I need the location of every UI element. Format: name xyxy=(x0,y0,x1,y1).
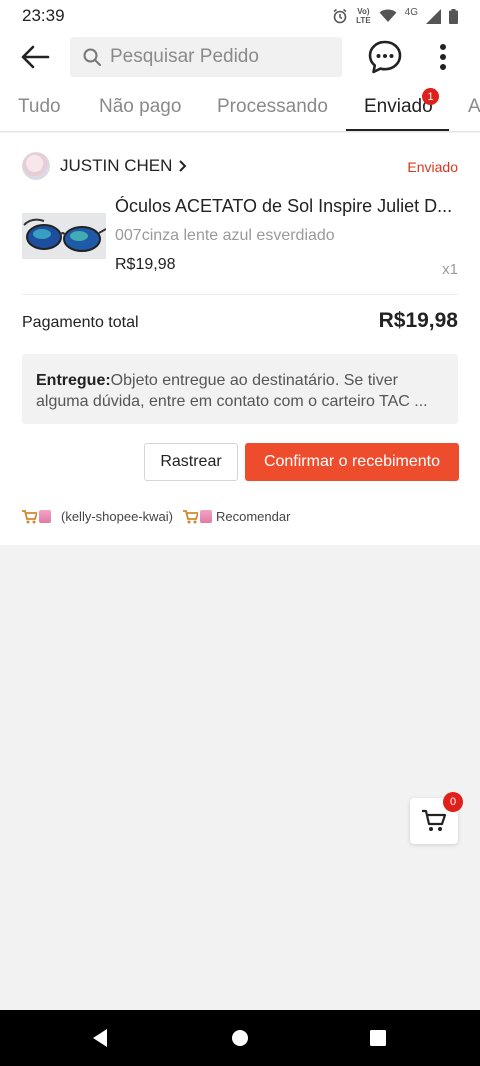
total-label: Pagamento total xyxy=(22,314,139,331)
search-input[interactable] xyxy=(110,46,330,68)
system-nav-bar xyxy=(0,1010,480,1066)
signal-icon xyxy=(426,8,441,24)
shop-row[interactable]: JUSTIN CHEN xyxy=(22,152,188,180)
order-status: Enviado xyxy=(407,159,458,175)
more-vertical-icon xyxy=(440,44,446,70)
triangle-back-icon xyxy=(93,1029,107,1047)
cart-icon xyxy=(422,809,447,831)
battery-icon xyxy=(449,8,458,24)
chevron-right-icon xyxy=(179,160,187,172)
cart-count-badge: 0 xyxy=(443,792,463,812)
shopping-bag-emoji-icon xyxy=(39,510,51,523)
shop-avatar xyxy=(22,152,50,180)
more-button[interactable] xyxy=(428,36,458,78)
product-title: Óculos ACETATO de Sol Inspire Juliet D..… xyxy=(115,196,453,216)
active-tab-indicator xyxy=(346,129,449,131)
affiliate-text: (kelly-shopee-kwai) xyxy=(61,509,173,524)
nav-back-button[interactable] xyxy=(86,1024,114,1052)
status-icons: Vo) LTE 4G xyxy=(332,7,458,25)
search-icon xyxy=(83,48,101,66)
order-card[interactable]: JUSTIN CHEN Enviado Óculos ACETATO de So… xyxy=(0,133,480,545)
tab-processando[interactable]: Processando xyxy=(217,96,328,118)
shop-name: JUSTIN CHEN xyxy=(60,156,173,175)
delivery-label: Entregue: xyxy=(36,372,111,389)
search-bar[interactable] xyxy=(70,37,342,77)
cart-bag-emoji-icon xyxy=(22,509,51,524)
confirm-receipt-button[interactable]: Confirmar o recebimento xyxy=(245,443,459,481)
status-time: 23:39 xyxy=(22,6,65,25)
delivery-status-box[interactable]: Entregue:Objeto entregue ao destinatário… xyxy=(22,354,458,424)
product-image[interactable] xyxy=(22,213,106,259)
cart-bag-emoji-icon-2 xyxy=(182,509,212,524)
affiliate-row: (kelly-shopee-kwai) Recomendar xyxy=(22,509,290,524)
chat-button[interactable] xyxy=(364,36,406,78)
tab-enviado-badge: 1 xyxy=(422,88,439,105)
shopping-bag-emoji-icon xyxy=(199,510,212,523)
wifi-icon xyxy=(379,9,397,22)
order-tabs: Tudo Não pago Processando Enviado 1 A xyxy=(0,82,480,132)
recommend-text: Recomendar xyxy=(215,509,291,524)
volte-icon: Vo) LTE xyxy=(356,7,371,25)
sunglasses-image xyxy=(22,213,106,259)
arrow-left-icon xyxy=(21,45,50,69)
back-button[interactable] xyxy=(0,32,70,82)
status-bar: 23:39 Vo) LTE 4G xyxy=(0,0,480,32)
square-recents-icon xyxy=(370,1030,386,1046)
tab-avaliacao[interactable]: A xyxy=(468,96,480,118)
product-quantity: x1 xyxy=(442,261,458,278)
product-price: R$19,98 xyxy=(115,256,176,273)
product-variant: 007cinza lente azul esverdiado xyxy=(115,227,335,244)
circle-home-icon xyxy=(232,1030,248,1046)
track-button[interactable]: Rastrear xyxy=(144,443,238,481)
chat-bubble-icon xyxy=(368,40,402,74)
shopping-cart-emoji-icon xyxy=(182,509,198,523)
tab-nao-pago[interactable]: Não pago xyxy=(99,96,181,118)
header-bar xyxy=(0,32,480,82)
divider xyxy=(22,294,458,295)
nav-home-button[interactable] xyxy=(226,1024,254,1052)
shopping-cart-emoji-icon xyxy=(22,509,37,523)
alarm-icon xyxy=(333,8,347,24)
tab-tudo[interactable]: Tudo xyxy=(18,96,61,118)
nav-recents-button[interactable] xyxy=(364,1024,392,1052)
total-value: R$19,98 xyxy=(378,309,458,332)
network-type: 4G xyxy=(404,6,418,18)
